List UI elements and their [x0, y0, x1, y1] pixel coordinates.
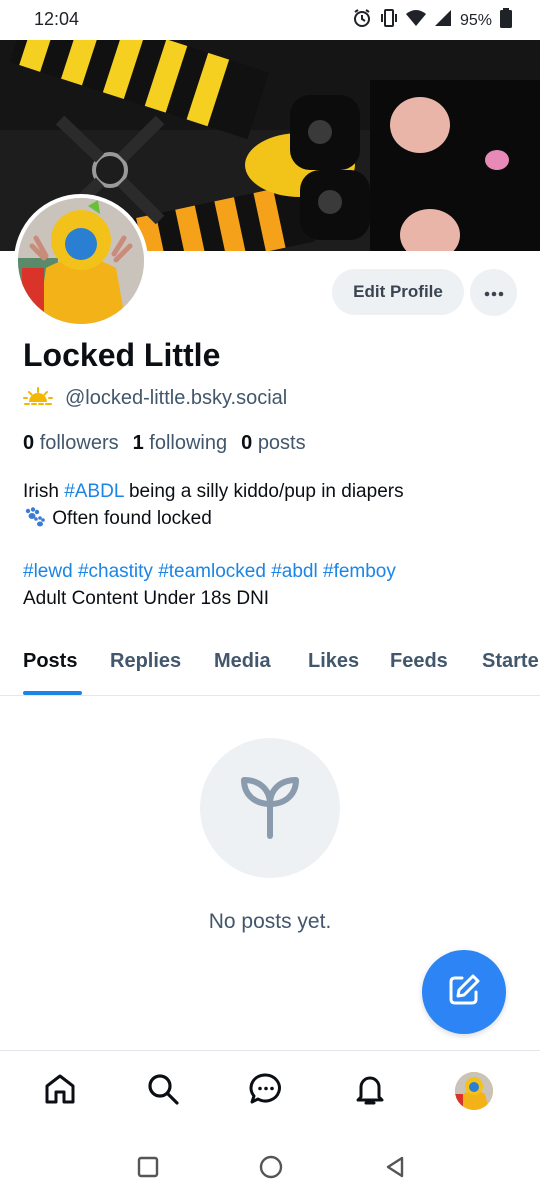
search-icon	[146, 1072, 180, 1111]
followers-stat[interactable]: 0 followers	[23, 432, 119, 455]
hashtag-link[interactable]: #abdl	[271, 561, 318, 582]
hashtag-link[interactable]: #teamlocked	[158, 561, 266, 582]
compose-post-button[interactable]	[422, 950, 506, 1034]
bio-line-4: Adult Content Under 18s DNI	[23, 588, 270, 609]
system-home-button[interactable]	[258, 1154, 284, 1185]
bell-icon	[353, 1072, 387, 1111]
profile-stats: 0 followers 1 following 0 posts	[23, 432, 306, 455]
bio-hashtags: #lewd #chastity #teamlocked #abdl #fembo…	[23, 558, 523, 585]
signal-icon	[434, 9, 452, 32]
followers-count: 0	[23, 432, 35, 454]
edit-profile-button[interactable]: Edit Profile	[332, 269, 464, 315]
hashtag-link[interactable]: #chastity	[78, 561, 153, 582]
recents-icon	[136, 1155, 160, 1184]
active-tab-indicator	[23, 691, 82, 695]
status-icons: 95%	[352, 8, 512, 33]
back-button[interactable]	[382, 1156, 408, 1182]
tab-replies[interactable]: Replies	[110, 650, 181, 673]
followers-label: followers	[39, 432, 119, 454]
nav-chat[interactable]	[244, 1069, 288, 1113]
handle-row: @locked-little.bsky.social	[23, 386, 287, 411]
system-navigation-bar	[0, 1136, 540, 1200]
more-options-button[interactable]	[470, 269, 517, 316]
vibrate-icon	[380, 8, 398, 33]
profile-bio: Irish #ABDL being a silly kiddo/pup in d…	[23, 478, 523, 612]
profile-avatar	[455, 1072, 493, 1110]
profile-avatar-large[interactable]	[14, 194, 148, 328]
nav-search[interactable]	[141, 1069, 185, 1113]
hashtag-link[interactable]: #femboy	[323, 561, 396, 582]
tab-likes[interactable]: Likes	[308, 650, 359, 673]
compose-icon	[446, 972, 482, 1013]
bio-gap	[23, 532, 523, 558]
sunrise-icon	[23, 386, 53, 411]
following-label: following	[149, 432, 228, 454]
posts-stat: 0 posts	[241, 432, 306, 455]
hashtag-link[interactable]: #lewd	[23, 561, 73, 582]
battery-icon	[500, 8, 512, 33]
home-circle-icon	[258, 1154, 284, 1185]
recents-button[interactable]	[135, 1156, 161, 1182]
tab-posts[interactable]: Posts	[23, 650, 77, 673]
following-count: 1	[132, 432, 144, 454]
tab-feeds[interactable]: Feeds	[390, 650, 448, 673]
alarm-icon	[352, 8, 372, 33]
nav-notifications[interactable]	[348, 1069, 392, 1113]
wifi-icon	[405, 9, 426, 32]
battery-percent: 95%	[459, 11, 492, 29]
bottom-navigation	[0, 1050, 540, 1136]
back-icon	[383, 1155, 407, 1184]
bio-text: being a silly kiddo/pup in diapers	[123, 481, 404, 502]
chat-icon	[249, 1072, 283, 1111]
more-options-icon	[484, 284, 504, 302]
posts-label: posts	[257, 432, 306, 454]
nav-home[interactable]	[38, 1069, 82, 1113]
home-icon	[43, 1072, 77, 1111]
profile-tabs: Posts Replies Media Likes Feeds Starte	[0, 636, 540, 696]
profile-handle: @locked-little.bsky.social	[65, 387, 288, 409]
bio-line-1: Irish #ABDL being a silly kiddo/pup in d…	[23, 478, 523, 505]
empty-state-text: No posts yet.	[208, 910, 332, 933]
following-stat[interactable]: 1 following	[133, 432, 228, 455]
status-bar: 12:04 95%	[0, 0, 540, 40]
empty-state-icon-circle	[200, 738, 340, 878]
sprout-icon	[234, 770, 306, 847]
status-time: 12:04	[34, 9, 80, 29]
posts-count: 0	[241, 432, 253, 454]
nav-profile[interactable]	[452, 1069, 496, 1113]
bio-text: Often found locked	[47, 508, 212, 529]
tab-media[interactable]: Media	[214, 650, 271, 673]
hashtag-link[interactable]: #ABDL	[64, 481, 124, 502]
display-name: Locked Little	[23, 337, 221, 373]
tab-starter-packs[interactable]: Starte	[482, 650, 539, 673]
bio-line-2: Often found locked	[23, 505, 523, 532]
paw-prints-icon	[23, 507, 47, 529]
bio-text: Irish	[23, 481, 65, 502]
